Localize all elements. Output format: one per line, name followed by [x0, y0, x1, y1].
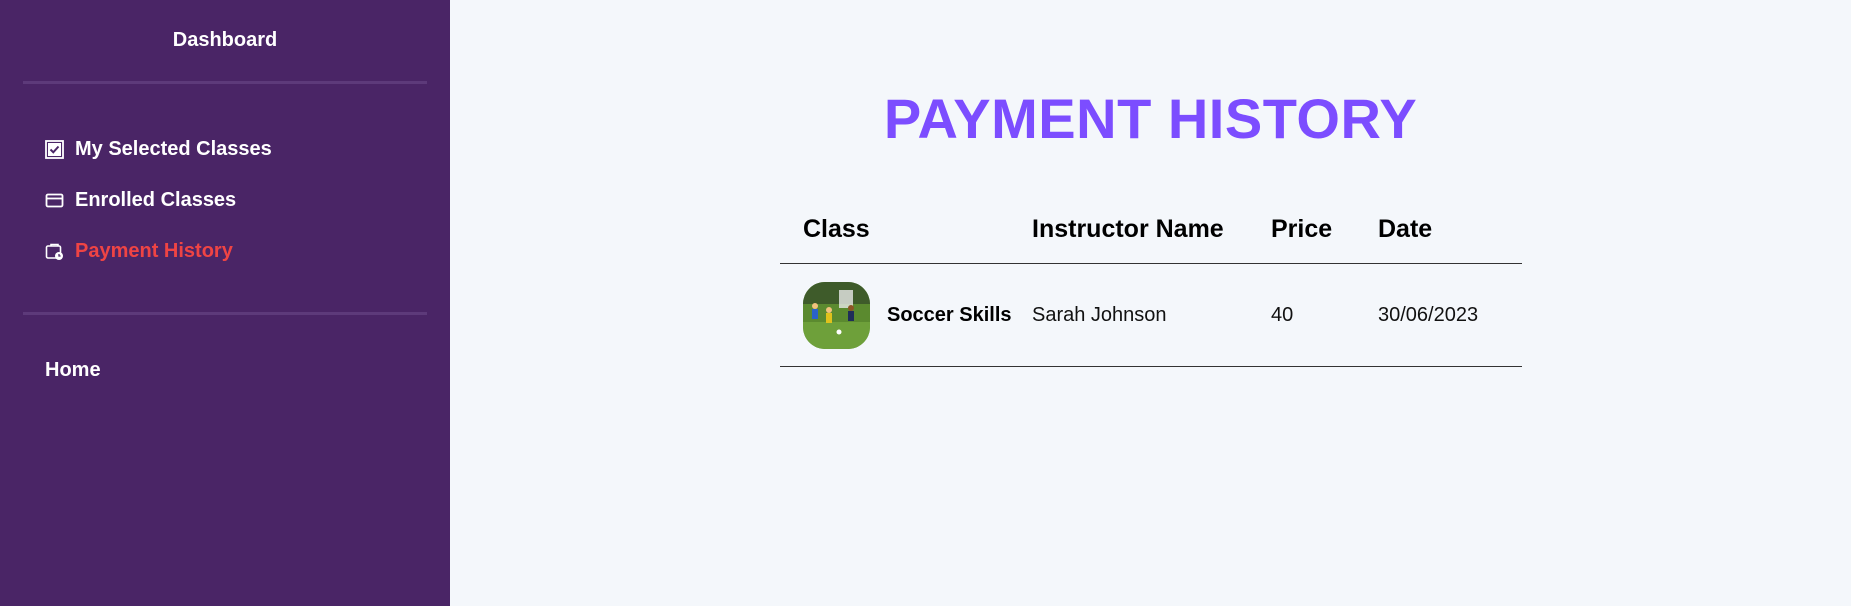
sidebar-item-home[interactable]: Home [23, 345, 427, 396]
sidebar-item-enrolled-classes[interactable]: Enrolled Classes [23, 175, 427, 226]
card-icon [45, 191, 64, 210]
class-thumbnail [803, 281, 870, 349]
wallet-clock-icon [45, 242, 64, 261]
sidebar: Dashboard My Selected Classes Enrolled C… [0, 0, 450, 606]
table-row: Soccer Skills Sarah Johnson 40 30/06/202… [780, 264, 1522, 367]
price: 40 [1271, 303, 1294, 326]
sidebar-item-my-selected-classes[interactable]: My Selected Classes [23, 124, 427, 175]
sidebar-item-label: Home [45, 359, 101, 381]
main-content: PAYMENT HISTORY Class Instructor Name Pr… [450, 0, 1851, 606]
column-header-instructor: Instructor Name [1032, 215, 1224, 243]
payment-date: 30/06/2023 [1378, 303, 1479, 326]
sidebar-secondary-nav: Home [23, 315, 427, 396]
sidebar-item-label: Payment History [75, 240, 233, 262]
class-cell: Soccer Skills [780, 281, 1032, 349]
class-name: Soccer Skills [887, 303, 1012, 326]
sidebar-item-payment-history[interactable]: Payment History [23, 226, 427, 277]
table-header-row: Class Instructor Name Price Date [780, 196, 1522, 264]
page-title: PAYMENT HISTORY [883, 87, 1418, 150]
app: Dashboard My Selected Classes Enrolled C… [0, 0, 1851, 606]
payment-history-table: Class Instructor Name Price Date Soccer … [780, 196, 1522, 367]
sidebar-nav: My Selected Classes Enrolled Classes Pay… [23, 84, 427, 277]
column-header-class: Class [803, 215, 870, 243]
sidebar-item-label: Enrolled Classes [75, 189, 237, 211]
instructor-name: Sarah Johnson [1032, 303, 1167, 326]
sidebar-item-label: My Selected Classes [75, 138, 272, 160]
checkbox-icon [45, 140, 64, 159]
column-header-price: Price [1271, 215, 1333, 243]
column-header-date: Date [1378, 215, 1433, 243]
sidebar-title: Dashboard [23, 0, 427, 84]
